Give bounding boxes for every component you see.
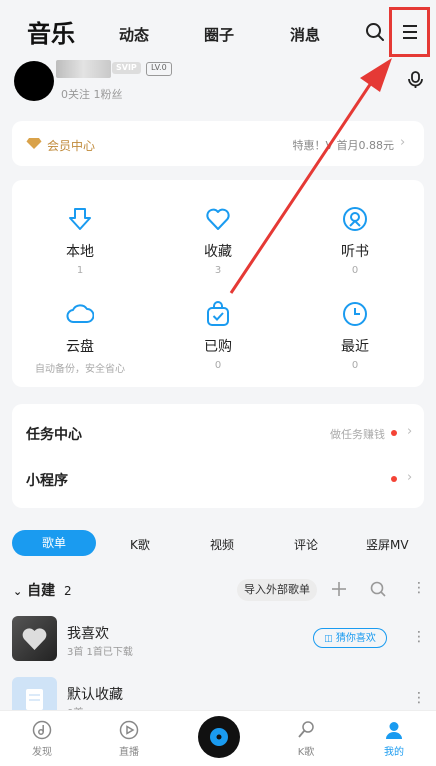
tab-mine[interactable]: 我的	[364, 720, 424, 758]
tab-discover[interactable]: 发现	[12, 720, 72, 758]
microphone-icon	[298, 721, 314, 738]
tab-live[interactable]: 直播	[99, 720, 159, 758]
user-icon	[386, 722, 402, 739]
play-circle-icon	[119, 720, 139, 740]
annotation-arrow	[229, 58, 392, 294]
tab-karaoke[interactable]: K歌	[276, 720, 336, 758]
music-note-icon	[32, 720, 52, 740]
now-playing-disc[interactable]	[198, 716, 240, 758]
